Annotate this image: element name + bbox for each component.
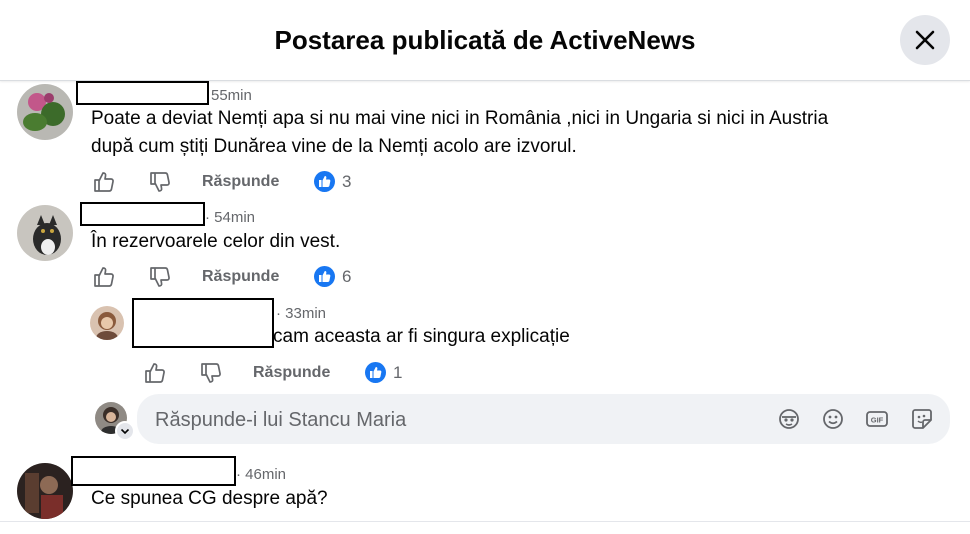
thumbs-down-icon[interactable] (199, 361, 223, 385)
avatar[interactable] (17, 84, 73, 140)
close-button[interactable] (900, 15, 950, 65)
reply-button[interactable]: Răspunde (202, 268, 279, 286)
avatar-sticker-icon[interactable] (777, 407, 801, 431)
comment-actions: Răspunde 6 (92, 265, 392, 289)
svg-text:GIF: GIF (871, 416, 884, 425)
sticker-icon[interactable] (910, 407, 934, 431)
avatar[interactable] (90, 306, 124, 340)
thumbs-up-icon[interactable] (143, 361, 167, 385)
reaction-summary[interactable]: 3 (314, 170, 364, 194)
like-reaction-icon (314, 266, 335, 287)
scroll-edge (0, 521, 970, 534)
comment-text: cam aceasta ar fi singura explicație (273, 326, 570, 347)
thumbs-down-icon[interactable] (148, 170, 172, 194)
chevron-down-icon (120, 428, 130, 435)
comment-timestamp[interactable]: · 54min (205, 209, 255, 226)
comment-timestamp[interactable]: · 33min (276, 305, 326, 322)
reply-button[interactable]: Răspunde (253, 364, 330, 382)
account-switch-button[interactable] (115, 421, 135, 441)
reply-input-box: GIF (137, 394, 950, 446)
smile-icon[interactable] (821, 407, 845, 431)
dialog-title: Postarea publicată de ActiveNews (274, 25, 696, 55)
thumbs-down-icon[interactable] (148, 265, 172, 289)
comment-text: Ce spunea CG despre apă? (91, 488, 328, 509)
reaction-count: 6 (342, 267, 352, 286)
like-reaction-icon (314, 171, 335, 192)
reaction-count: 3 (342, 172, 352, 191)
like-reaction-icon (365, 362, 386, 383)
comment-actions: Răspunde 1 (143, 361, 443, 385)
comment-timestamp[interactable]: · 46min (236, 466, 286, 483)
comment-timestamp[interactable]: 55min (211, 87, 252, 104)
comment-actions: Răspunde 3 (92, 170, 392, 194)
comment-text: În rezervoarele celor din vest. (91, 231, 341, 252)
comment-text: Poate a deviat Nemți apa si nu mai vine … (91, 108, 829, 129)
dialog-header: Postarea publicată de ActiveNews (0, 0, 970, 81)
commenter-name[interactable] (80, 202, 205, 226)
reply-button[interactable]: Răspunde (202, 173, 279, 191)
commenter-name[interactable] (71, 456, 236, 486)
reply-input[interactable] (153, 394, 757, 446)
reaction-summary[interactable]: 1 (365, 361, 415, 385)
thumbs-up-icon[interactable] (92, 170, 116, 194)
avatar[interactable] (17, 463, 73, 519)
reaction-summary[interactable]: 6 (314, 265, 364, 289)
close-icon (915, 30, 935, 50)
commenter-name[interactable] (76, 81, 209, 105)
thumbs-up-icon[interactable] (92, 265, 116, 289)
reaction-count: 1 (393, 363, 403, 382)
avatar[interactable] (17, 205, 73, 261)
commenter-name[interactable] (132, 298, 274, 348)
gif-icon[interactable]: GIF (865, 407, 889, 431)
comment-text: după cum știți Dunărea vine de la Nemți … (91, 136, 577, 157)
